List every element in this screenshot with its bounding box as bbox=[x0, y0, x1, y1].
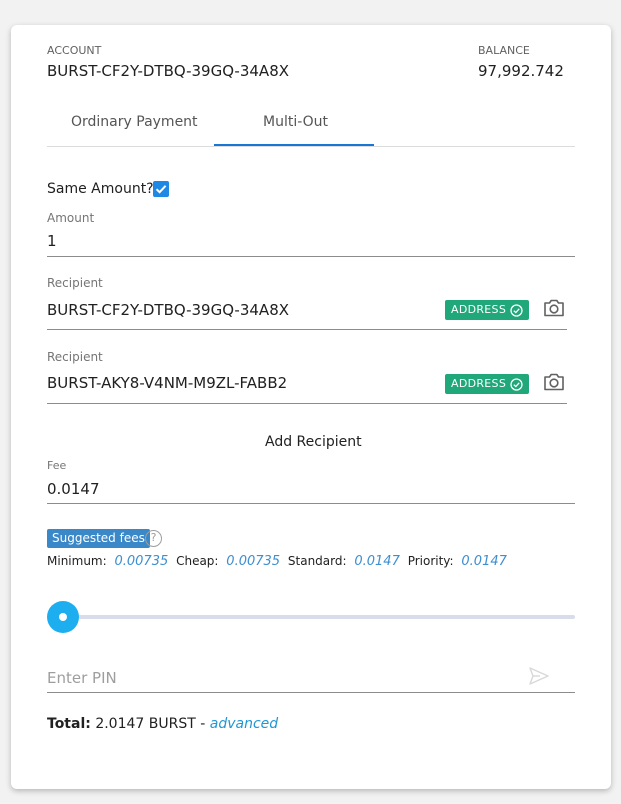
address-badge-label: ADDRESS bbox=[451, 377, 507, 390]
recipient-underline bbox=[47, 329, 567, 330]
pin-input[interactable]: Enter PIN bbox=[47, 669, 117, 687]
amount-underline bbox=[47, 256, 575, 257]
send-icon[interactable] bbox=[528, 666, 550, 686]
account-label: ACCOUNT bbox=[47, 44, 102, 57]
pin-underline bbox=[47, 692, 575, 693]
recipient-input[interactable]: BURST-CF2Y-DTBQ-39GQ-34A8X bbox=[47, 301, 289, 319]
same-amount-checkbox[interactable] bbox=[153, 181, 169, 197]
balance-label: BALANCE bbox=[478, 44, 530, 57]
total-value: 2.0147 BURST bbox=[95, 716, 196, 732]
tab-multi-out[interactable]: Multi-Out bbox=[263, 114, 328, 130]
fee-slider-track[interactable] bbox=[61, 615, 575, 619]
tab-ordinary-payment[interactable]: Ordinary Payment bbox=[71, 114, 198, 130]
fee-label: Fee bbox=[47, 459, 67, 472]
cheap-fee-label: Cheap: bbox=[176, 554, 219, 568]
total-separator: - bbox=[200, 716, 206, 732]
camera-icon[interactable] bbox=[543, 372, 565, 392]
total-line: Total: 2.0147 BURST - advanced bbox=[47, 716, 278, 732]
recipient-label: Recipient bbox=[47, 276, 103, 290]
help-icon[interactable]: ? bbox=[145, 530, 162, 547]
camera-icon[interactable] bbox=[543, 298, 565, 318]
add-recipient-button[interactable]: Add Recipient bbox=[265, 434, 362, 450]
recipient-underline bbox=[47, 403, 567, 404]
advanced-link[interactable]: advanced bbox=[210, 716, 278, 732]
active-tab-indicator bbox=[214, 144, 374, 146]
standard-fee-label: Standard: bbox=[287, 554, 347, 568]
amount-label: Amount bbox=[47, 211, 95, 225]
minimum-fee-value[interactable]: 0.00735 bbox=[114, 554, 168, 569]
cheap-fee-value[interactable]: 0.00735 bbox=[226, 554, 280, 569]
fee-input[interactable]: 0.0147 bbox=[47, 480, 100, 498]
fee-options-row: Minimum: 0.00735 Cheap: 0.00735 Standard… bbox=[47, 554, 507, 569]
recipient-input[interactable]: BURST-AKY8-V4NM-M9ZL-FABB2 bbox=[47, 374, 287, 392]
amount-input[interactable]: 1 bbox=[47, 232, 57, 250]
minimum-fee-label: Minimum: bbox=[47, 554, 107, 568]
same-amount-label: Same Amount? bbox=[47, 181, 154, 197]
check-icon bbox=[155, 185, 167, 194]
send-card: ACCOUNT BURST-CF2Y-DTBQ-39GQ-34A8X BALAN… bbox=[11, 25, 611, 789]
fee-slider-thumb[interactable] bbox=[47, 601, 79, 633]
check-circle-icon bbox=[510, 303, 523, 317]
address-badge-label: ADDRESS bbox=[451, 303, 507, 316]
check-circle-icon bbox=[510, 377, 523, 391]
recipient-label: Recipient bbox=[47, 350, 103, 364]
account-value: BURST-CF2Y-DTBQ-39GQ-34A8X bbox=[47, 62, 290, 80]
suggested-fees-badge: Suggested fees bbox=[47, 529, 150, 548]
tabs-divider bbox=[47, 146, 575, 147]
priority-fee-value[interactable]: 0.0147 bbox=[461, 554, 507, 569]
priority-fee-label: Priority: bbox=[407, 554, 454, 568]
address-badge: ADDRESS bbox=[445, 300, 530, 320]
fee-underline bbox=[47, 503, 575, 504]
total-label: Total: bbox=[47, 716, 91, 732]
standard-fee-value[interactable]: 0.0147 bbox=[354, 554, 400, 569]
address-badge: ADDRESS bbox=[445, 374, 530, 394]
balance-value: 97,992.742 bbox=[478, 62, 564, 80]
